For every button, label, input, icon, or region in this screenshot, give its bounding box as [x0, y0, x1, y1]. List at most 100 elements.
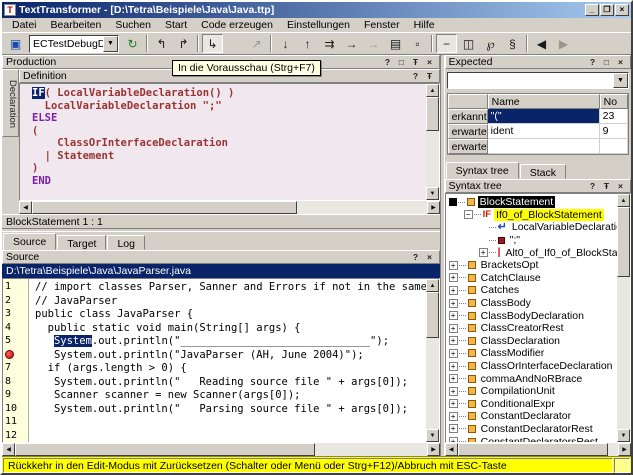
tab-stack[interactable]: Stack [520, 164, 566, 179]
tree-item[interactable]: +ClassOrInterfaceDeclaration [446, 360, 617, 373]
step-into-button[interactable]: ↓ [275, 34, 296, 53]
tree-item[interactable]: +Catches [446, 284, 617, 297]
node-view-button[interactable]: ▫ [407, 34, 428, 53]
scroll-right-icon[interactable]: ▶ [427, 201, 440, 214]
scrollbar-track[interactable] [426, 131, 439, 187]
run-to-cursor-button[interactable]: ↳ [202, 34, 223, 53]
scrollbar-thumb[interactable] [15, 443, 315, 456]
tree-item[interactable]: +ClassBody [446, 297, 617, 310]
tree-item[interactable]: +CatchClause [446, 272, 617, 285]
help-icon[interactable]: ? [586, 181, 599, 192]
tree-item[interactable]: +ConstantDeclaratorsRest [446, 435, 617, 442]
tree-item[interactable]: ";" [446, 234, 617, 247]
tree-item[interactable]: +commaAndNoRBrace [446, 372, 617, 385]
tab-source[interactable]: Source [3, 233, 56, 250]
tree-item[interactable]: −IFIf0_of_BlockStatement [446, 209, 617, 222]
preview-button[interactable]: ℘ [480, 34, 501, 53]
expand-icon[interactable]: + [449, 387, 458, 396]
close-button[interactable]: × [615, 4, 629, 16]
menu-item[interactable]: Bearbeiten [45, 19, 108, 32]
combobox-dropdown-icon[interactable]: ▼ [613, 73, 628, 88]
expand-icon[interactable]: + [449, 311, 458, 320]
source-code[interactable]: // import classes Parser, Sanner and Err… [29, 279, 426, 442]
tree-item[interactable]: +ConditionalExpr [446, 398, 617, 411]
run-to-end-button[interactable]: → [341, 34, 362, 53]
scroll-down-icon[interactable]: ▼ [426, 187, 439, 200]
pin-icon[interactable]: Ŧ [423, 71, 436, 82]
declaration-side-tab[interactable]: Declaration [2, 69, 19, 137]
step-out-button[interactable]: ↑ [297, 34, 318, 53]
scrollbar-thumb[interactable] [458, 443, 608, 456]
close-icon[interactable]: × [614, 181, 627, 192]
definition-hscrollbar[interactable]: ◀ ▶ [19, 201, 440, 214]
help-icon[interactable]: ? [586, 57, 599, 68]
restore-button[interactable]: ❐ [600, 4, 614, 16]
expand-icon[interactable]: + [449, 286, 458, 295]
scrollbar-thumb[interactable] [617, 207, 630, 277]
tab-syntax-tree[interactable]: Syntax tree [446, 162, 519, 179]
scrollbar-track[interactable] [608, 443, 618, 456]
pin-icon[interactable]: Ŧ [409, 57, 422, 68]
scroll-left-icon[interactable]: ◀ [445, 443, 458, 456]
definition-code[interactable]: IF( LocalVariableDeclaration() ) LocalVa… [20, 84, 426, 200]
menu-item[interactable]: Start [159, 19, 193, 32]
scrollbar-track[interactable] [617, 277, 630, 429]
table-cell-no[interactable]: 23 [600, 109, 628, 124]
tree-item[interactable]: +CompilationUnit [446, 385, 617, 398]
scroll-down-icon[interactable]: ▼ [426, 429, 439, 442]
menu-item[interactable]: Hilfe [408, 19, 441, 32]
pin-icon[interactable]: Ŧ [600, 181, 613, 192]
scroll-left-icon[interactable]: ◀ [2, 443, 15, 456]
expected-combobox[interactable]: ▼ [447, 72, 629, 89]
title-bar[interactable]: T TextTransformer - [D:\Tetra\Beispiele\… [2, 2, 631, 18]
source-vscrollbar[interactable]: ▲ ▼ [426, 279, 439, 442]
scroll-up-icon[interactable]: ▲ [617, 194, 630, 207]
transformation-combobox[interactable]: ECTestDebugD▼ [29, 35, 119, 53]
close-icon[interactable]: × [614, 57, 627, 68]
collapse-icon[interactable]: − [464, 210, 473, 219]
tree-item[interactable]: +ConstantDeclaratorRest [446, 423, 617, 436]
minimize-button[interactable]: _ [585, 4, 599, 16]
table-cell-no[interactable] [600, 139, 628, 154]
back-button[interactable]: ◀ [531, 34, 552, 53]
scrollbar-track[interactable] [426, 338, 439, 429]
expand-icon[interactable]: + [479, 248, 488, 257]
scrollbar-thumb[interactable] [32, 201, 297, 214]
scroll-up-icon[interactable]: ▲ [426, 279, 439, 292]
expand-icon[interactable]: + [449, 349, 458, 358]
scroll-right-icon[interactable]: ▶ [427, 443, 440, 456]
source-hscrollbar[interactable]: ◀ ▶ [2, 443, 440, 456]
tree-item[interactable]: +ClassDeclaration [446, 335, 617, 348]
table-cell-name[interactable]: "(" [488, 109, 600, 124]
menu-item[interactable]: Fenster [358, 19, 406, 32]
syntax-tree-view[interactable]: BlockStatement−IFIf0_of_BlockStatement↵L… [445, 193, 631, 443]
maximize-icon[interactable]: □ [395, 57, 408, 68]
tab-log[interactable]: Log [107, 235, 145, 250]
scrollbar-track[interactable] [297, 201, 427, 214]
menu-item[interactable]: Datei [6, 19, 43, 32]
table-cell-name[interactable]: ident [488, 124, 600, 139]
project-button[interactable]: ▣ [5, 34, 26, 53]
expand-icon[interactable]: + [449, 399, 458, 408]
tab-target[interactable]: Target [57, 235, 106, 250]
expand-icon[interactable]: + [449, 336, 458, 345]
help-icon[interactable]: ? [409, 71, 422, 82]
expand-icon[interactable]: + [449, 261, 458, 270]
maximize-icon[interactable]: □ [600, 57, 613, 68]
close-icon[interactable]: × [423, 252, 436, 263]
tree-hscrollbar[interactable]: ◀ ▶ [445, 443, 631, 456]
scroll-up-icon[interactable]: ▲ [426, 84, 439, 97]
tree-vscrollbar[interactable]: ▲ ▼ [617, 194, 630, 442]
combobox-dropdown-icon[interactable]: ▼ [103, 36, 118, 52]
tree-item[interactable]: +ConstantDeclarator [446, 410, 617, 423]
definition-editor[interactable]: IF( LocalVariableDeclaration() ) LocalVa… [19, 83, 440, 201]
tree-item[interactable]: +ClassCreatorRest [446, 322, 617, 335]
source-editor[interactable]: 12345789101112 // import classes Parser,… [2, 278, 440, 443]
paragraph-button[interactable]: § [502, 34, 523, 53]
tree-item[interactable]: +ClassBodyDeclaration [446, 309, 617, 322]
expand-icon[interactable]: + [449, 324, 458, 333]
expand-icon[interactable]: + [449, 362, 458, 371]
tree-item[interactable]: ↵LocalVariableDeclaration [446, 221, 617, 234]
transform-button[interactable]: ↻ [122, 34, 143, 53]
breakpoint-button[interactable]: − [436, 34, 457, 53]
